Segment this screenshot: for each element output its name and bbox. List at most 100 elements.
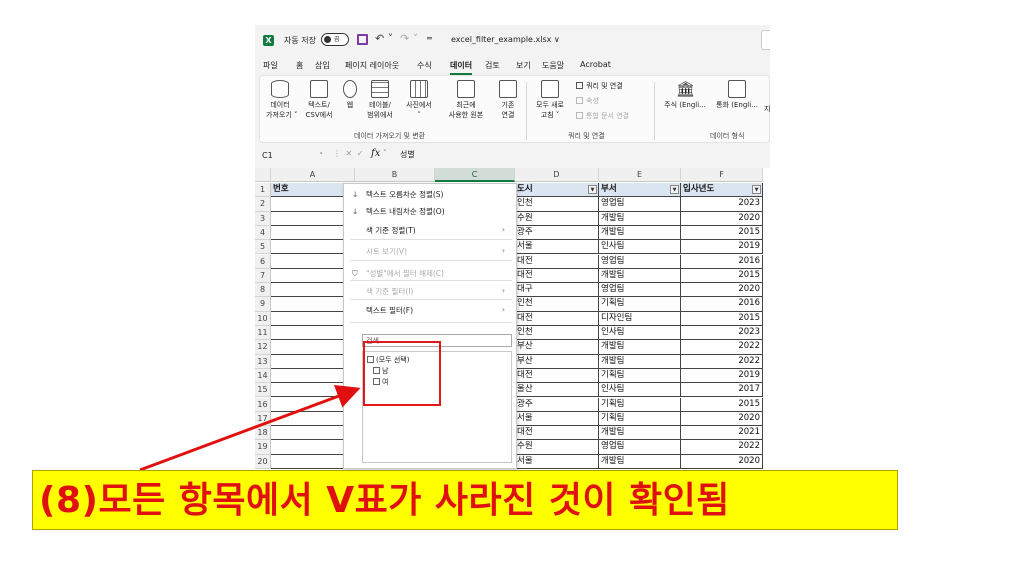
get-data-button[interactable]: 데이터 가져오기 ˅ [266,80,298,120]
tab-8[interactable]: 도움말 [542,60,564,71]
table-cell[interactable]: 2015 [681,225,763,241]
row-header[interactable]: 14 [255,368,271,384]
table-cell[interactable]: 수원 [515,211,599,226]
table-cell[interactable]: 개발팀 [599,454,681,469]
table-cell[interactable]: 인천 [515,297,599,312]
table-cell[interactable]: 울산 [515,383,599,398]
sheet-view-item[interactable]: 시트 보기(V) › [352,246,505,257]
table-cell[interactable]: 인사팀 [599,326,681,341]
from-text-csv-button[interactable]: 텍스트/ CSV에서 [304,80,334,120]
row-header[interactable]: 11 [255,326,271,341]
table-cell[interactable]: 인사팀 [599,240,681,255]
table-cell[interactable]: 대전 [515,311,599,326]
sort-descending-item[interactable]: ↓ 텍스트 내림차순 정렬(O) [352,206,445,217]
formula-actions[interactable]: ⋮ ✕ ✓ [333,149,365,158]
table-cell[interactable]: 2023 [681,197,763,212]
table-cell[interactable]: 개발팀 [599,225,681,241]
table-cell[interactable]: 서울 [515,240,599,255]
sort-ascending-item[interactable]: ↓ 텍스트 오름차순 정렬(S) [352,189,443,200]
properties-button[interactable]: 속성 [576,96,599,106]
row-header[interactable]: 13 [255,354,271,369]
table-cell[interactable]: 2020 [681,211,763,226]
clear-filter-item[interactable]: ⛉ "성별"에서 필터 해제(C) [352,268,444,279]
table-cell[interactable]: 영업팀 [599,197,681,212]
currency-button[interactable]: 통화 (Engli... [714,80,760,110]
tab-9[interactable]: Acrobat [580,60,611,69]
table-cell[interactable]: 인천 [515,326,599,341]
table-cell[interactable]: 2020 [681,283,763,298]
formula-content[interactable]: 성별 [400,149,415,160]
tab-6[interactable]: 검토 [485,60,500,71]
tab-3[interactable]: 페이지 레이아웃 [345,60,399,71]
header-cell[interactable]: 부서 ▼ [599,183,681,198]
column-header-b[interactable]: B [355,168,435,182]
row-header[interactable]: 4 [255,225,271,241]
row-header[interactable]: 1 [255,183,271,198]
table-cell[interactable]: 기획팀 [599,297,681,312]
header-cell[interactable]: 입사년도 ▼ [681,183,763,198]
refresh-all-button[interactable]: 모두 새로 고침 ˅ [532,80,568,120]
tab-5[interactable]: 데이터 [450,60,473,75]
row-header[interactable]: 10 [255,311,271,326]
table-cell[interactable]: 2015 [681,397,763,412]
table-cell[interactable]: 2021 [681,426,763,441]
table-cell[interactable]: 2023 [681,326,763,341]
from-table-range-button[interactable]: 테이블/ 범위에서 [364,80,396,120]
tab-0[interactable]: 파일 [263,60,278,71]
file-name[interactable]: excel_filter_example.xlsx ∨ [451,35,560,44]
search-input[interactable] [761,30,770,50]
filter-dropdown-icon[interactable]: ▼ [752,185,761,194]
filter-dropdown-icon[interactable]: ▼ [670,185,679,194]
tab-4[interactable]: 수식 [417,60,432,71]
insert-function-icon[interactable]: fx [371,148,380,159]
filter-by-color-item[interactable]: 색 기준 필터(I) › [352,286,505,297]
table-cell[interactable]: 개발팀 [599,426,681,441]
save-icon[interactable] [357,34,368,45]
tab-7[interactable]: 보기 [516,60,531,71]
edit-links-button[interactable]: 통합 문서 연결 [576,111,629,121]
existing-connections-button[interactable]: 기존 연결 [498,80,518,120]
row-header[interactable]: 17 [255,411,271,427]
row-header[interactable]: 16 [255,397,271,412]
from-web-button[interactable]: 웹 [342,80,358,110]
name-box[interactable]: C1 ˅ [259,149,327,163]
table-cell[interactable]: 개발팀 [599,354,681,369]
table-cell[interactable]: 대구 [515,283,599,298]
filter-dropdown-icon[interactable]: ▼ [588,185,597,194]
column-header-c[interactable]: C [435,168,515,182]
table-cell[interactable]: 인사팀 [599,383,681,398]
table-cell[interactable]: 2016 [681,297,763,312]
row-header[interactable]: 6 [255,254,271,269]
table-cell[interactable]: 대전 [515,268,599,284]
column-header-a[interactable]: A [271,168,355,182]
quick-access-customize-icon[interactable]: ═ [427,34,432,43]
recent-sources-button[interactable]: 최근에 사용한 원본 [442,80,490,120]
table-cell[interactable]: 2015 [681,268,763,284]
header-cell[interactable]: 도시 ▼ [515,183,599,198]
row-header[interactable]: 15 [255,383,271,398]
row-header[interactable]: 12 [255,340,271,355]
queries-connections-button[interactable]: 쿼리 및 연결 [576,81,623,91]
row-header[interactable]: 8 [255,283,271,298]
table-cell[interactable]: 기획팀 [599,397,681,412]
select-all-corner[interactable] [255,168,271,182]
table-cell[interactable]: 2016 [681,254,763,269]
table-cell[interactable]: 개발팀 [599,340,681,355]
more-data-types[interactable]: 지 [764,104,770,114]
text-filter-item[interactable]: 텍스트 필터(F) › [352,305,505,316]
table-cell[interactable]: 2022 [681,354,763,369]
autosave-toggle[interactable]: 끔 [321,33,349,46]
table-cell[interactable]: 2015 [681,311,763,326]
column-header-f[interactable]: F [681,168,763,182]
table-cell[interactable]: 2017 [681,383,763,398]
table-cell[interactable]: 2022 [681,340,763,355]
table-cell[interactable]: 인천 [515,197,599,212]
table-cell[interactable]: 영업팀 [599,283,681,298]
table-cell[interactable]: 2019 [681,368,763,384]
from-picture-button[interactable]: 사진에서 ˅ [402,80,436,120]
table-cell[interactable]: 대전 [515,254,599,269]
tab-2[interactable]: 삽입 [315,60,330,71]
row-header[interactable]: 19 [255,440,271,455]
table-cell[interactable]: 수원 [515,440,599,455]
column-header-d[interactable]: D [515,168,599,182]
